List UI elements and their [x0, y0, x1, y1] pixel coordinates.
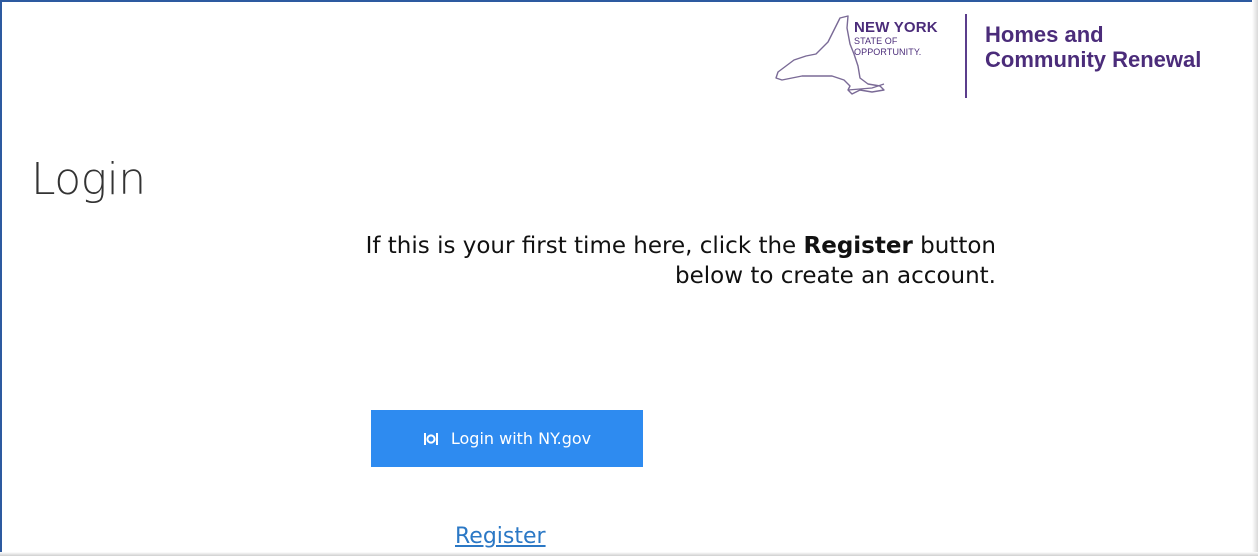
instructions-register-emphasis: Register — [803, 233, 913, 259]
agency-name: Homes and Community Renewal — [985, 22, 1201, 73]
register-instructions: If this is your first time here, click t… — [102, 232, 996, 292]
register-link[interactable]: Register — [455, 524, 546, 549]
window-shadow-right — [1252, 0, 1258, 556]
agency-name-line1: Homes and — [985, 22, 1104, 47]
logo-divider — [965, 14, 967, 98]
instructions-line-1: If this is your first time here, click t… — [102, 232, 996, 262]
nys-hcr-logo: NEW YORK STATE OF OPPORTUNITY. Homes and… — [772, 10, 1256, 98]
page-title: Login — [31, 154, 146, 205]
ny-state-wordmark: NEW YORK STATE OF OPPORTUNITY. — [854, 20, 938, 57]
instructions-line-2: below to create an account. — [675, 262, 996, 289]
ny-state-tagline-1: STATE OF — [854, 36, 898, 46]
ny-state-name: NEW YORK — [854, 19, 938, 36]
login-button-label: Login with NY.gov — [450, 429, 592, 448]
ny-gov-login-icon — [423, 432, 438, 445]
instructions-suffix: button — [912, 233, 996, 259]
login-with-nygov-button[interactable]: Login with NY.gov — [371, 410, 643, 467]
window-shadow-bottom — [0, 552, 1258, 556]
agency-name-line2: Community Renewal — [985, 47, 1202, 73]
login-page: NEW YORK STATE OF OPPORTUNITY. Homes and… — [0, 0, 1256, 554]
instructions-prefix: If this is your first time here, click t… — [365, 233, 804, 259]
ny-state-tagline-2: OPPORTUNITY. — [854, 47, 922, 57]
